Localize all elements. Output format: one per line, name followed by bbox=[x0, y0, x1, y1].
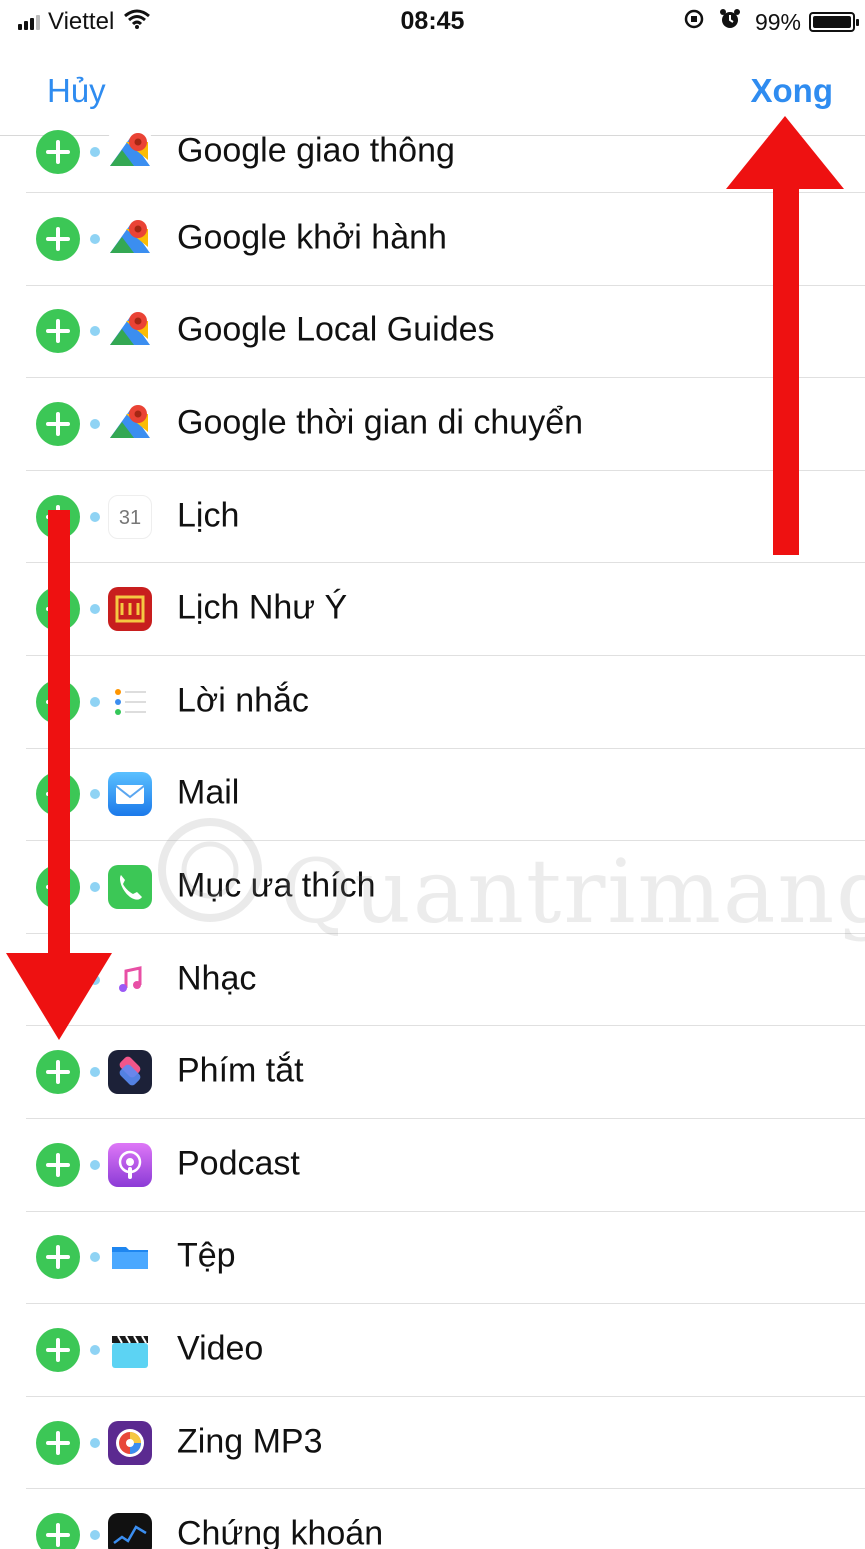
list-item-label: Mục ưa thích bbox=[177, 866, 376, 905]
list-item-label: Google thời gian di chuyển bbox=[177, 403, 584, 442]
list-item-label: Zing MP3 bbox=[177, 1422, 323, 1461]
list-item: Nhạc bbox=[26, 934, 865, 1027]
zing-mp3-icon bbox=[108, 1420, 152, 1465]
list-item: Podcast bbox=[26, 1119, 865, 1212]
alarm-icon bbox=[719, 8, 741, 36]
cancel-button[interactable]: Hủy bbox=[47, 72, 106, 110]
list-item-label: Lời nhắc bbox=[177, 681, 309, 720]
add-button[interactable] bbox=[36, 216, 80, 261]
list-item: Phím tắt bbox=[26, 1026, 865, 1119]
status-bar: Viettel 08:45 99% bbox=[0, 0, 865, 46]
battery-percent: 99% bbox=[754, 8, 801, 35]
indicator-dot bbox=[90, 326, 100, 337]
list-item-label: Google Local Guides bbox=[177, 311, 495, 350]
add-button[interactable] bbox=[36, 130, 80, 174]
list-item-label: Mail bbox=[177, 774, 240, 813]
add-button[interactable] bbox=[36, 1513, 80, 1549]
google-maps-icon bbox=[108, 216, 152, 261]
google-maps-icon bbox=[108, 401, 152, 446]
indicator-dot bbox=[90, 233, 100, 244]
list-item: Chứng khoán bbox=[26, 1489, 865, 1549]
shortcuts-icon bbox=[108, 1050, 152, 1095]
add-button[interactable] bbox=[36, 401, 80, 446]
add-button[interactable] bbox=[36, 1050, 80, 1095]
indicator-dot bbox=[90, 1344, 100, 1355]
files-icon bbox=[108, 1235, 152, 1280]
podcast-icon bbox=[108, 1142, 152, 1187]
list-item-label: Google khởi hành bbox=[177, 218, 447, 257]
indicator-dot bbox=[90, 1067, 100, 1078]
list-item-label: Nhạc bbox=[177, 959, 257, 998]
list-item-label: Podcast bbox=[177, 1144, 300, 1183]
stocks-icon bbox=[108, 1513, 152, 1549]
battery-icon bbox=[809, 12, 859, 32]
list-item-label: Video bbox=[177, 1329, 264, 1368]
list-item: Mail bbox=[26, 749, 865, 842]
orientation-lock-icon bbox=[683, 8, 705, 36]
list-item-label: Lịch bbox=[177, 496, 240, 535]
list-item-label: Google giao thông bbox=[177, 131, 455, 170]
list-item: Lịch Như Ý bbox=[26, 563, 865, 656]
indicator-dot bbox=[90, 1159, 100, 1170]
add-button[interactable] bbox=[36, 309, 80, 354]
indicator-dot bbox=[90, 1437, 100, 1448]
list-item: Zing MP3 bbox=[26, 1397, 865, 1490]
add-button[interactable] bbox=[36, 1420, 80, 1465]
indicator-dot bbox=[90, 1252, 100, 1263]
indicator-dot bbox=[90, 418, 100, 429]
add-button[interactable] bbox=[36, 1142, 80, 1187]
video-icon bbox=[108, 1327, 152, 1372]
google-maps-icon bbox=[108, 130, 152, 174]
add-button[interactable] bbox=[36, 1235, 80, 1280]
down-arrow-annotation bbox=[6, 510, 112, 1040]
status-right: 99% bbox=[683, 8, 859, 36]
list-item: Lời nhắc bbox=[26, 656, 865, 749]
calendar-icon-date: 31 bbox=[118, 506, 142, 529]
list-item-label: Phím tắt bbox=[177, 1051, 304, 1090]
indicator-dot bbox=[90, 1530, 100, 1541]
list-item-label: Tệp bbox=[177, 1237, 236, 1276]
list-item-label: Chứng khoán bbox=[177, 1514, 384, 1549]
up-arrow-annotation bbox=[726, 116, 844, 555]
list-item: Mục ưa thích bbox=[26, 841, 865, 934]
list-item: Video bbox=[26, 1304, 865, 1397]
add-button[interactable] bbox=[36, 1327, 80, 1372]
indicator-dot bbox=[90, 147, 100, 157]
list-item: Tệp bbox=[26, 1212, 865, 1305]
list-item-label: Lịch Như Ý bbox=[177, 588, 348, 627]
done-button[interactable]: Xong bbox=[751, 72, 833, 110]
google-maps-icon bbox=[108, 309, 152, 354]
